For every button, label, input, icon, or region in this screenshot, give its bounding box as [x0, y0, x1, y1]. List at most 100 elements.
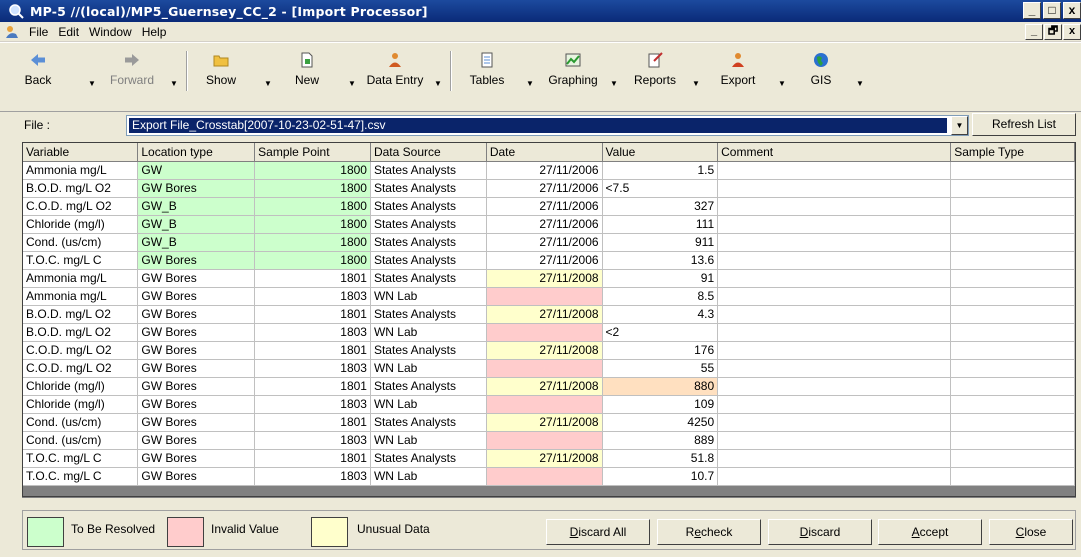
cell-sample-type[interactable]: [950, 467, 1075, 486]
column-header-sample-type[interactable]: Sample Type: [950, 143, 1075, 162]
cell-comment[interactable]: [717, 233, 952, 252]
back-button[interactable]: Back: [14, 47, 62, 109]
cell-sample-point[interactable]: 1800: [254, 161, 371, 180]
cell-comment[interactable]: [717, 413, 952, 432]
cell-sample-point[interactable]: 1801: [254, 377, 371, 396]
menu-file[interactable]: File: [24, 25, 53, 39]
cell-sample-type[interactable]: [950, 269, 1075, 288]
cell-variable[interactable]: T.O.C. mg/L C: [23, 449, 139, 468]
cell-sample-type[interactable]: [950, 395, 1075, 414]
table-row[interactable]: Ammonia mg/L GW Bores 1801 States Analysts 2…: [23, 269, 1075, 288]
cell-sample-point[interactable]: 1803: [254, 287, 371, 306]
data-entry-dropdown-icon[interactable]: ▼: [434, 79, 442, 88]
menu-window[interactable]: Window: [84, 25, 137, 39]
cell-sample-type[interactable]: [950, 341, 1075, 360]
cell-location-type[interactable]: GW Bores: [137, 449, 256, 468]
cell-comment[interactable]: [717, 359, 952, 378]
new-button[interactable]: New: [284, 47, 330, 109]
cell-sample-type[interactable]: [950, 413, 1075, 432]
table-row[interactable]: T.O.C. mg/L C GW Bores 1801 States Analysts…: [23, 449, 1075, 468]
cell-location-type[interactable]: GW_B: [137, 215, 256, 234]
table-row[interactable]: Chloride (mg/l) GW Bores 1803 WN Lab 109: [23, 395, 1075, 414]
cell-variable[interactable]: Chloride (mg/l): [23, 377, 139, 396]
cell-sample-point[interactable]: 1803: [254, 323, 371, 342]
table-row[interactable]: Cond. (us/cm) GW Bores 1803 WN Lab 889: [23, 431, 1075, 450]
cell-value[interactable]: 176: [602, 341, 719, 360]
graphing-button[interactable]: Graphing: [542, 47, 604, 109]
cell-variable[interactable]: Cond. (us/cm): [23, 233, 139, 252]
cell-sample-type[interactable]: [950, 431, 1075, 450]
close-window-button[interactable]: x: [1063, 2, 1081, 19]
column-header-date[interactable]: Date: [486, 143, 603, 162]
cell-comment[interactable]: [717, 395, 952, 414]
cell-sample-type[interactable]: [950, 233, 1075, 252]
cell-date[interactable]: [486, 323, 603, 342]
cell-data-source[interactable]: States Analysts: [370, 341, 487, 360]
table-row[interactable]: B.O.D. mg/L O2 GW Bores 1803 WN Lab <2: [23, 323, 1075, 342]
table-row[interactable]: Chloride (mg/l) GW Bores 1801 States Analys…: [23, 377, 1075, 396]
cell-date[interactable]: 27/11/2006: [486, 161, 603, 180]
cell-date[interactable]: 27/11/2008: [486, 377, 603, 396]
table-row[interactable]: Cond. (us/cm) GW_B 1800 States Analysts 27/1…: [23, 233, 1075, 252]
cell-comment[interactable]: [717, 269, 952, 288]
cell-sample-type[interactable]: [950, 287, 1075, 306]
menu-edit[interactable]: Edit: [53, 25, 84, 39]
cell-date[interactable]: [486, 395, 603, 414]
cell-sample-point[interactable]: 1803: [254, 467, 371, 486]
cell-data-source[interactable]: States Analysts: [370, 449, 487, 468]
cell-comment[interactable]: [717, 341, 952, 360]
gis-button[interactable]: GIS: [796, 47, 846, 109]
cell-sample-type[interactable]: [950, 251, 1075, 270]
tables-button[interactable]: Tables: [464, 47, 510, 109]
table-row[interactable]: T.O.C. mg/L C GW Bores 1803 WN Lab 10.7: [23, 467, 1075, 486]
cell-value[interactable]: 4.3: [602, 305, 719, 324]
cell-date[interactable]: 27/11/2006: [486, 215, 603, 234]
cell-variable[interactable]: B.O.D. mg/L O2: [23, 323, 139, 342]
cell-variable[interactable]: Cond. (us/cm): [23, 413, 139, 432]
cell-sample-point[interactable]: 1803: [254, 431, 371, 450]
cell-value[interactable]: 111: [602, 215, 719, 234]
cell-date[interactable]: [486, 359, 603, 378]
maximize-button[interactable]: □: [1043, 2, 1061, 19]
cell-comment[interactable]: [717, 161, 952, 180]
cell-sample-point[interactable]: 1801: [254, 413, 371, 432]
file-dropdown-button[interactable]: ▼: [951, 116, 968, 135]
cell-data-source[interactable]: States Analysts: [370, 233, 487, 252]
data-entry-button[interactable]: Data Entry: [360, 47, 430, 109]
forward-button[interactable]: Forward: [104, 47, 160, 109]
back-dropdown-icon[interactable]: ▼: [88, 79, 96, 88]
recheck-button[interactable]: Recheck: [657, 519, 761, 545]
cell-sample-point[interactable]: 1800: [254, 215, 371, 234]
table-row[interactable]: B.O.D. mg/L O2 GW Bores 1800 States Analyst…: [23, 179, 1075, 198]
table-row[interactable]: Chloride (mg/l) GW_B 1800 States Analysts 27…: [23, 215, 1075, 234]
cell-data-source[interactable]: WN Lab: [370, 359, 487, 378]
cell-sample-type[interactable]: [950, 359, 1075, 378]
cell-variable[interactable]: T.O.C. mg/L C: [23, 251, 139, 270]
cell-date[interactable]: 27/11/2008: [486, 305, 603, 324]
cell-comment[interactable]: [717, 377, 952, 396]
cell-data-source[interactable]: States Analysts: [370, 251, 487, 270]
table-row[interactable]: C.O.D. mg/L O2 GW_B 1800 States Analysts 27/…: [23, 197, 1075, 216]
cell-data-source[interactable]: States Analysts: [370, 161, 487, 180]
child-minimize-button[interactable]: _: [1025, 24, 1043, 40]
cell-location-type[interactable]: GW Bores: [137, 323, 256, 342]
cell-date[interactable]: [486, 287, 603, 306]
cell-location-type[interactable]: GW Bores: [137, 251, 256, 270]
cell-variable[interactable]: B.O.D. mg/L O2: [23, 305, 139, 324]
cell-sample-type[interactable]: [950, 449, 1075, 468]
cell-value[interactable]: 109: [602, 395, 719, 414]
cell-date[interactable]: 27/11/2006: [486, 233, 603, 252]
cell-sample-type[interactable]: [950, 197, 1075, 216]
cell-date[interactable]: 27/11/2006: [486, 197, 603, 216]
cell-location-type[interactable]: GW Bores: [137, 341, 256, 360]
minimize-button[interactable]: _: [1023, 2, 1041, 19]
column-header-variable[interactable]: Variable: [23, 143, 139, 162]
new-dropdown-icon[interactable]: ▼: [348, 79, 356, 88]
cell-sample-type[interactable]: [950, 377, 1075, 396]
cell-value[interactable]: 911: [602, 233, 719, 252]
gis-dropdown-icon[interactable]: ▼: [856, 79, 864, 88]
child-restore-button[interactable]: 🗗: [1044, 24, 1062, 40]
discard-all-button[interactable]: Discard All: [546, 519, 650, 545]
table-row[interactable]: C.O.D. mg/L O2 GW Bores 1801 States Analyst…: [23, 341, 1075, 360]
table-row[interactable]: T.O.C. mg/L C GW Bores 1800 States Analysts…: [23, 251, 1075, 270]
